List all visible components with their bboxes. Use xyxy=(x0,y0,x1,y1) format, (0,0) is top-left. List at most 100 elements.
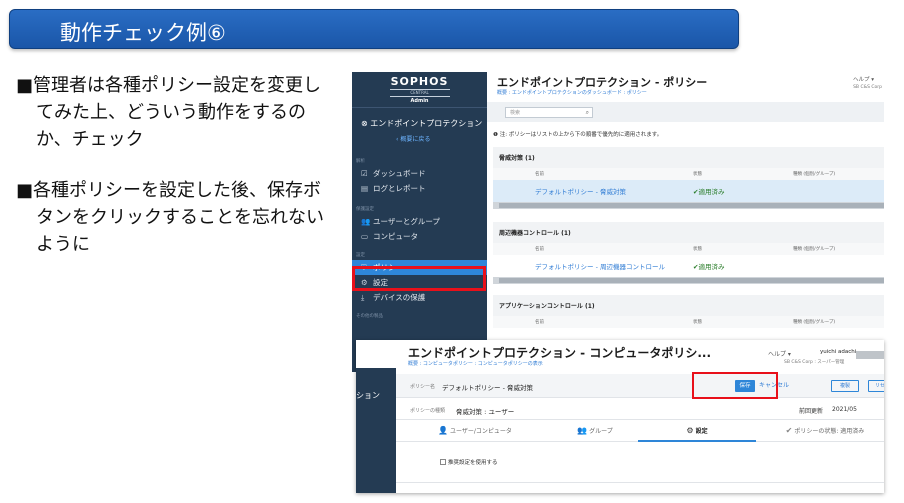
tab-users-computers[interactable]: 👤 ユーザー/コンピュータ xyxy=(416,420,534,442)
checkbox-box[interactable] xyxy=(440,459,446,465)
group-columns: 名前 状態 種類 (個別/グループ) xyxy=(493,243,884,255)
reset-button[interactable]: リセット xyxy=(868,380,884,392)
bullet-item: ■各種ポリシーを設定した後、保存ボタンをクリックすることを忘れないように xyxy=(16,180,324,255)
policy-tabs: 👤 ユーザー/コンピュータ 👥 グループ ⚙ 設定 ✔ ポリシーの状態: 適用済み xyxy=(396,420,884,442)
column-target: 種類 (個別/グループ) xyxy=(793,172,836,177)
sidebar-item-label: ログとレポート xyxy=(373,184,426,193)
toolbar: 検索 ⌕ xyxy=(487,102,884,122)
users-icon: 👥 xyxy=(361,217,371,226)
tab-label: グループ xyxy=(589,428,613,435)
page-title: エンドポイントプロテクション - ポリシー xyxy=(497,76,708,89)
tab-groups[interactable]: 👥 グループ xyxy=(536,420,654,442)
priority-note-text: 注: ポリシーはリストの上から下の順番で優先的に適用されます。 xyxy=(499,132,663,138)
brand-name: SOPHOS xyxy=(390,75,449,88)
divider xyxy=(396,482,884,483)
column-target: 種類 (個別/グループ) xyxy=(793,247,836,252)
column-name: 名前 xyxy=(535,172,544,177)
bullet-list: ■管理者は各種ポリシー設定を変更してみた上、どういう動作をするのか、チェック ■… xyxy=(16,72,336,282)
sidebar-item-device[interactable]: ⤓ デバイスの保護 xyxy=(352,290,487,305)
section-protect: 保護設定 xyxy=(356,207,374,212)
policy-type-value: 脅威対策 : ユーザー xyxy=(456,408,515,416)
search-input[interactable]: 検索 ⌕ xyxy=(505,107,593,118)
download-icon: ⤓ xyxy=(361,293,365,302)
sidebar-item-computers[interactable]: ▭ コンピュータ xyxy=(352,229,487,244)
column-status: 状態 xyxy=(693,320,702,325)
column-status: 状態 xyxy=(693,172,702,177)
sidebar-item-label: コンピュータ xyxy=(373,232,418,241)
tab-policy-status[interactable]: ✔ ポリシーの状態: 適用済み xyxy=(766,420,884,442)
chart-icon: ☑ xyxy=(361,169,368,178)
help-menu[interactable]: ヘルプ ▾ xyxy=(853,75,874,83)
group-title: アプリケーションコントロール (1) xyxy=(499,303,595,310)
priority-note: ❶ 注: ポリシーはリストの上から下の順番で優先的に適用されます。 xyxy=(493,130,662,138)
policy-type-label: ポリシーの種類 xyxy=(410,408,446,414)
section-config: 設定 xyxy=(356,253,365,258)
sidebar-item-logs[interactable]: ▤ ログとレポート xyxy=(352,181,487,196)
bullet-item: ■管理者は各種ポリシー設定を変更してみた上、どういう動作をするのか、チェック xyxy=(16,75,322,150)
tab-label: ユーザー/コンピュータ xyxy=(450,428,512,435)
brand-role: Admin xyxy=(410,98,429,104)
gear-icon: ⚙ xyxy=(686,426,694,435)
section-other: その他の製品 xyxy=(356,314,383,319)
checkbox-label: 推奨設定を使用する xyxy=(448,460,498,466)
edit-page-title: エンドポイントプロテクション - コンピュータポリシ... xyxy=(408,346,712,360)
slide-title: 動作チェック例⑥ xyxy=(60,21,226,45)
group-columns: 名前 状態 種類 (個別/グループ) xyxy=(493,168,884,180)
sidebar-item-users[interactable]: 👥 ユーザーとグループ xyxy=(352,214,487,229)
policy-name-row: ポリシー名 デフォルトポリシー - 脅威対策 保存 キャンセル 複製 リセット xyxy=(396,374,884,398)
edit-sidebar: ション xyxy=(356,368,396,493)
user-name[interactable]: yuichi adachi xyxy=(820,349,856,355)
policies-highlight-box xyxy=(352,266,486,291)
policy-name-link[interactable]: デフォルトポリシー - 脅威対策 xyxy=(535,186,626,196)
horizontal-scrollbar[interactable] xyxy=(493,202,884,209)
sidebar-product[interactable]: ⊗ エンドポイントプロテクション xyxy=(352,108,487,134)
policy-group-application: アプリケーションコントロール (1) 名前 状態 種類 (個別/グループ) xyxy=(493,295,884,328)
group-columns: 名前 状態 種類 (個別/グループ) xyxy=(493,316,884,328)
last-updated-value: 2021/05 xyxy=(832,406,857,413)
duplicate-button[interactable]: 複製 xyxy=(831,380,859,392)
brand-sub: CENTRAL xyxy=(389,89,450,97)
table-row[interactable]: デフォルトポリシー - 周辺機器コントロール ✔適用済み xyxy=(493,255,884,277)
save-highlight-box xyxy=(692,372,778,399)
back-to-overview-link[interactable]: ‹ 概要に戻る xyxy=(352,134,487,154)
tab-settings[interactable]: ⚙ 設定 xyxy=(638,420,756,442)
column-name: 名前 xyxy=(535,320,544,325)
policy-name-link[interactable]: デフォルトポリシー - 周辺機器コントロール xyxy=(535,261,665,271)
group-title: 脅威対策 (1) xyxy=(499,155,535,162)
sidebar-item-label: デバイスの保護 xyxy=(373,293,426,302)
sidebar-product-label: エンドポイントプロテクション xyxy=(370,119,483,128)
tab-label: ポリシーの状態: 適用済み xyxy=(794,428,865,435)
slide-title-banner: 動作チェック例⑥ xyxy=(9,9,739,49)
status-badge: ✔適用済み xyxy=(693,188,725,196)
sophos-sidebar: SOPHOS CENTRAL Admin ⊗ エンドポイントプロテクション ‹ … xyxy=(352,72,487,372)
breadcrumb[interactable]: 概要 : エンドポイントプロテクションのダッシュボード : ポリシー xyxy=(497,89,647,96)
recommended-settings-checkbox[interactable]: 推奨設定を使用する xyxy=(440,458,498,466)
edit-breadcrumb[interactable]: 概要 : コンピュータポリシー : コンピュータポリシーの表示 xyxy=(408,360,543,367)
monitor-icon: ▭ xyxy=(361,232,369,241)
sidebar-item-dashboard[interactable]: ☑ ダッシュボード xyxy=(352,166,487,181)
column-name: 名前 xyxy=(535,247,544,252)
table-row[interactable]: デフォルトポリシー - 脅威対策 ✔適用済み xyxy=(493,180,884,202)
horizontal-scrollbar[interactable] xyxy=(493,277,884,284)
report-icon: ▤ xyxy=(361,184,369,193)
group-title: 周辺機器コントロール (1) xyxy=(499,230,571,237)
sidebar-item-label: ダッシュボード xyxy=(373,169,426,178)
policy-type-row: ポリシーの種類 脅威対策 : ユーザー 前回更新 2021/05 xyxy=(396,398,884,420)
policy-group-peripheral: 周辺機器コントロール (1) 名前 状態 種類 (個別/グループ) デフォルトポ… xyxy=(493,222,884,284)
help-menu[interactable]: ヘルプ ▾ xyxy=(768,349,791,358)
policy-edit-page: ション エンドポイントプロテクション - コンピュータポリシ... 概要 : コ… xyxy=(356,340,884,493)
group-icon: 👥 xyxy=(577,426,588,435)
policy-name-label: ポリシー名 xyxy=(410,384,436,390)
back-label: 概要に戻る xyxy=(400,136,431,143)
check-icon: ✔ xyxy=(785,426,793,435)
sidebar-item-label: ユーザーとグループ xyxy=(373,217,440,226)
search-placeholder: 検索 xyxy=(510,110,521,116)
user-icon: 👤 xyxy=(438,426,449,435)
tab-label: 設定 xyxy=(695,428,708,435)
info-icon: ❶ xyxy=(493,132,500,138)
sophos-logo: SOPHOS CENTRAL Admin xyxy=(352,72,487,108)
policy-group-threat: 脅威対策 (1) 名前 状態 種類 (個別/グループ) デフォルトポリシー - … xyxy=(493,147,884,209)
endpoint-icon: ⊗ xyxy=(361,119,371,128)
status-badge: ✔適用済み xyxy=(693,263,725,271)
search-icon: ⌕ xyxy=(585,109,589,116)
